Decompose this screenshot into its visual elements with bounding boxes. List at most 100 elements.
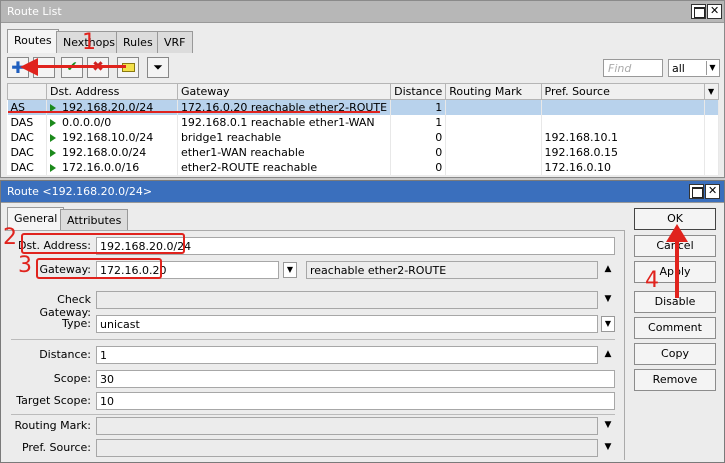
copy-button[interactable]: Copy bbox=[634, 343, 716, 365]
maximize-icon[interactable] bbox=[691, 4, 706, 19]
row-dst-text: 192.168.0.0/24 bbox=[62, 145, 147, 159]
row-flags: DAC bbox=[7, 129, 48, 145]
maximize-icon[interactable] bbox=[689, 184, 704, 199]
pref-source-select[interactable] bbox=[96, 439, 598, 457]
table-row[interactable]: DAC 192.168.0.0/24 ether1-WAN reachable … bbox=[7, 144, 719, 160]
filter-select-value: all bbox=[672, 62, 685, 75]
annotation-4: 4 bbox=[645, 268, 659, 293]
route-edit-window: Route <192.168.20.0/24> General Attribut… bbox=[0, 180, 725, 463]
tab-attributes[interactable]: Attributes bbox=[60, 209, 129, 231]
chevron-down-icon[interactable]: ▼ bbox=[601, 439, 615, 457]
routing-mark-select[interactable] bbox=[96, 417, 598, 435]
table-header: Dst. Address Gateway Distance Routing Ma… bbox=[6, 83, 719, 100]
table-row[interactable]: DAC 192.168.10.0/24 bridge1 reachable 0 … bbox=[7, 129, 719, 145]
row-pref: 172.16.0.10 bbox=[541, 159, 706, 175]
row-distance: 1 bbox=[390, 114, 447, 130]
row-gateway: bridge1 reachable bbox=[177, 129, 392, 145]
column-chooser-icon[interactable]: ▼ bbox=[704, 83, 719, 100]
type-select[interactable]: unicast bbox=[96, 315, 598, 333]
arrow-up-icon bbox=[666, 224, 688, 242]
row-mark bbox=[445, 99, 542, 115]
target-scope-label: Target Scope: bbox=[16, 394, 91, 407]
row-pref: 192.168.10.1 bbox=[541, 129, 706, 145]
active-icon bbox=[50, 118, 57, 127]
scope-input[interactable]: 30 bbox=[96, 370, 615, 388]
row-pref: 192.168.0.15 bbox=[541, 144, 706, 160]
routing-mark-label: Routing Mark: bbox=[14, 419, 91, 432]
chevron-down-icon[interactable]: ▼ bbox=[601, 417, 615, 435]
row-pref bbox=[541, 99, 706, 115]
row-distance: 0 bbox=[390, 144, 447, 160]
chevron-down-icon: ▼ bbox=[706, 61, 718, 75]
annotation-3: 3 bbox=[18, 253, 32, 278]
annotation-2: 2 bbox=[3, 225, 17, 250]
column-gateway[interactable]: Gateway bbox=[176, 83, 392, 100]
gateway-status-field: reachable ether2-ROUTE bbox=[306, 261, 598, 279]
check-gateway-select[interactable] bbox=[96, 291, 598, 309]
tab-vrf[interactable]: VRF bbox=[157, 31, 193, 53]
pref-source-label: Pref. Source: bbox=[21, 441, 91, 454]
filter-button[interactable]: ⏷ bbox=[147, 57, 169, 78]
route-list-titlebar[interactable]: Route List bbox=[1, 1, 724, 23]
comment-button[interactable]: Comment bbox=[634, 317, 716, 339]
annotation-box-gateway bbox=[36, 258, 162, 279]
row-pref bbox=[541, 114, 706, 130]
row-flags: DAC bbox=[7, 144, 48, 160]
divider bbox=[11, 414, 615, 415]
row-dst: 192.168.0.0/24 bbox=[46, 144, 178, 160]
row-mark bbox=[445, 114, 542, 130]
filter-select[interactable]: all ▼ bbox=[668, 59, 720, 77]
distance-label: Distance: bbox=[39, 348, 91, 361]
close-icon[interactable] bbox=[707, 4, 722, 19]
chevron-up-icon[interactable]: ▲ bbox=[601, 346, 615, 364]
row-dst-text: 172.16.0.0/16 bbox=[62, 160, 140, 174]
row-dst: 192.168.10.0/24 bbox=[46, 129, 178, 145]
annotation-underline bbox=[8, 111, 380, 113]
column-distance[interactable]: Distance bbox=[390, 83, 447, 100]
annotation-arrow-1 bbox=[34, 65, 126, 68]
annotation-arrow-4 bbox=[675, 236, 679, 298]
row-dst-text: 0.0.0.0/0 bbox=[62, 115, 112, 129]
annotation-1: 1 bbox=[82, 30, 96, 55]
row-flags: DAC bbox=[7, 159, 48, 175]
remove-button[interactable]: Remove bbox=[634, 369, 716, 391]
row-distance: 1 bbox=[390, 99, 447, 115]
tab-rules[interactable]: Rules bbox=[116, 31, 160, 53]
route-list-title: Route List bbox=[7, 5, 62, 18]
column-pref-source[interactable]: Pref. Source bbox=[540, 83, 706, 100]
divider bbox=[11, 339, 615, 340]
route-list-window: Route List Routes Nexthops Rules VRF ✚ −… bbox=[0, 0, 725, 178]
column-routing-mark[interactable]: Routing Mark bbox=[445, 83, 542, 100]
row-dst-text: 192.168.10.0/24 bbox=[62, 130, 154, 144]
row-dst: 172.16.0.0/16 bbox=[46, 159, 178, 175]
active-icon bbox=[50, 133, 57, 142]
row-mark bbox=[445, 159, 542, 175]
route-edit-titlebar[interactable]: Route <192.168.20.0/24> bbox=[1, 181, 724, 203]
arrow-left-icon bbox=[20, 58, 38, 76]
scope-label: Scope: bbox=[53, 372, 91, 385]
chevron-down-icon[interactable]: ▼ bbox=[601, 291, 615, 309]
gateway-updown-icon[interactable]: ▲ bbox=[601, 261, 615, 279]
table-row[interactable]: DAC 172.16.0.0/16 ether2-ROUTE reachable… bbox=[7, 159, 719, 175]
routes-table: Dst. Address Gateway Distance Routing Ma… bbox=[6, 83, 719, 175]
column-dst-address[interactable]: Dst. Address bbox=[46, 83, 178, 100]
find-input[interactable]: Find bbox=[603, 59, 663, 77]
row-dst: 0.0.0.0/0 bbox=[46, 114, 178, 130]
route-edit-title: Route <192.168.20.0/24> bbox=[7, 185, 153, 198]
distance-input[interactable]: 1 bbox=[96, 346, 598, 364]
gateway-dropdown-icon[interactable]: ▼ bbox=[283, 262, 297, 278]
target-scope-input[interactable]: 10 bbox=[96, 392, 615, 410]
type-dropdown-icon[interactable]: ▼ bbox=[601, 316, 615, 332]
row-gateway: ether1-WAN reachable bbox=[177, 144, 392, 160]
filter-icon: ⏷ bbox=[153, 60, 163, 74]
row-distance: 0 bbox=[390, 159, 447, 175]
type-label: Type: bbox=[62, 317, 91, 330]
column-flags[interactable] bbox=[6, 83, 48, 100]
table-row[interactable]: DAS 0.0.0.0/0 192.168.0.1 reachable ethe… bbox=[7, 114, 719, 130]
row-gateway: 192.168.0.1 reachable ether1-WAN bbox=[177, 114, 392, 130]
row-distance: 0 bbox=[390, 129, 447, 145]
annotation-box-dst bbox=[21, 233, 185, 254]
check-gateway-label: Check Gateway: bbox=[39, 293, 92, 319]
close-icon[interactable] bbox=[705, 184, 720, 199]
tab-routes[interactable]: Routes bbox=[7, 29, 59, 53]
